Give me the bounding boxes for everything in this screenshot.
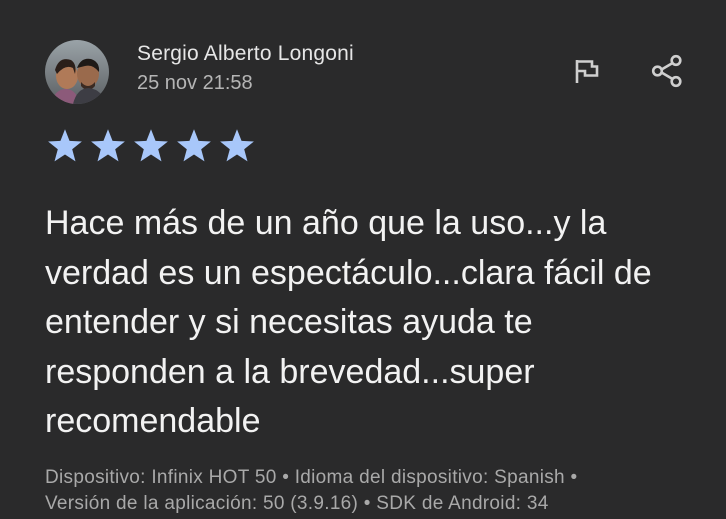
review-date: 25 nov 21:58: [137, 72, 253, 94]
star-rating: [46, 128, 256, 164]
device-info-line: Versión de la aplicación: 50 (3.9.16) • …: [45, 493, 549, 514]
star-icon: [89, 128, 127, 164]
device-info: Dispositivo: Infinix HOT 50 • Idioma del…: [45, 465, 715, 517]
star-icon: [218, 128, 256, 164]
review-text: Hace más de un año que la uso...y la ver…: [45, 204, 652, 440]
share-icon: [651, 54, 682, 88]
review-card: Sergio Alberto Longoni 25 nov 21:58 Hace…: [0, 0, 726, 519]
star-icon: [132, 128, 170, 164]
device-info-line: Dispositivo: Infinix HOT 50 • Idioma del…: [45, 467, 578, 488]
star-icon: [46, 128, 84, 164]
avatar[interactable]: [45, 40, 109, 104]
share-button[interactable]: [647, 51, 687, 91]
report-button[interactable]: [565, 51, 605, 91]
author-name: Sergio Alberto Longoni: [137, 42, 354, 65]
flag-icon: [575, 60, 599, 83]
star-icon: [175, 128, 213, 164]
